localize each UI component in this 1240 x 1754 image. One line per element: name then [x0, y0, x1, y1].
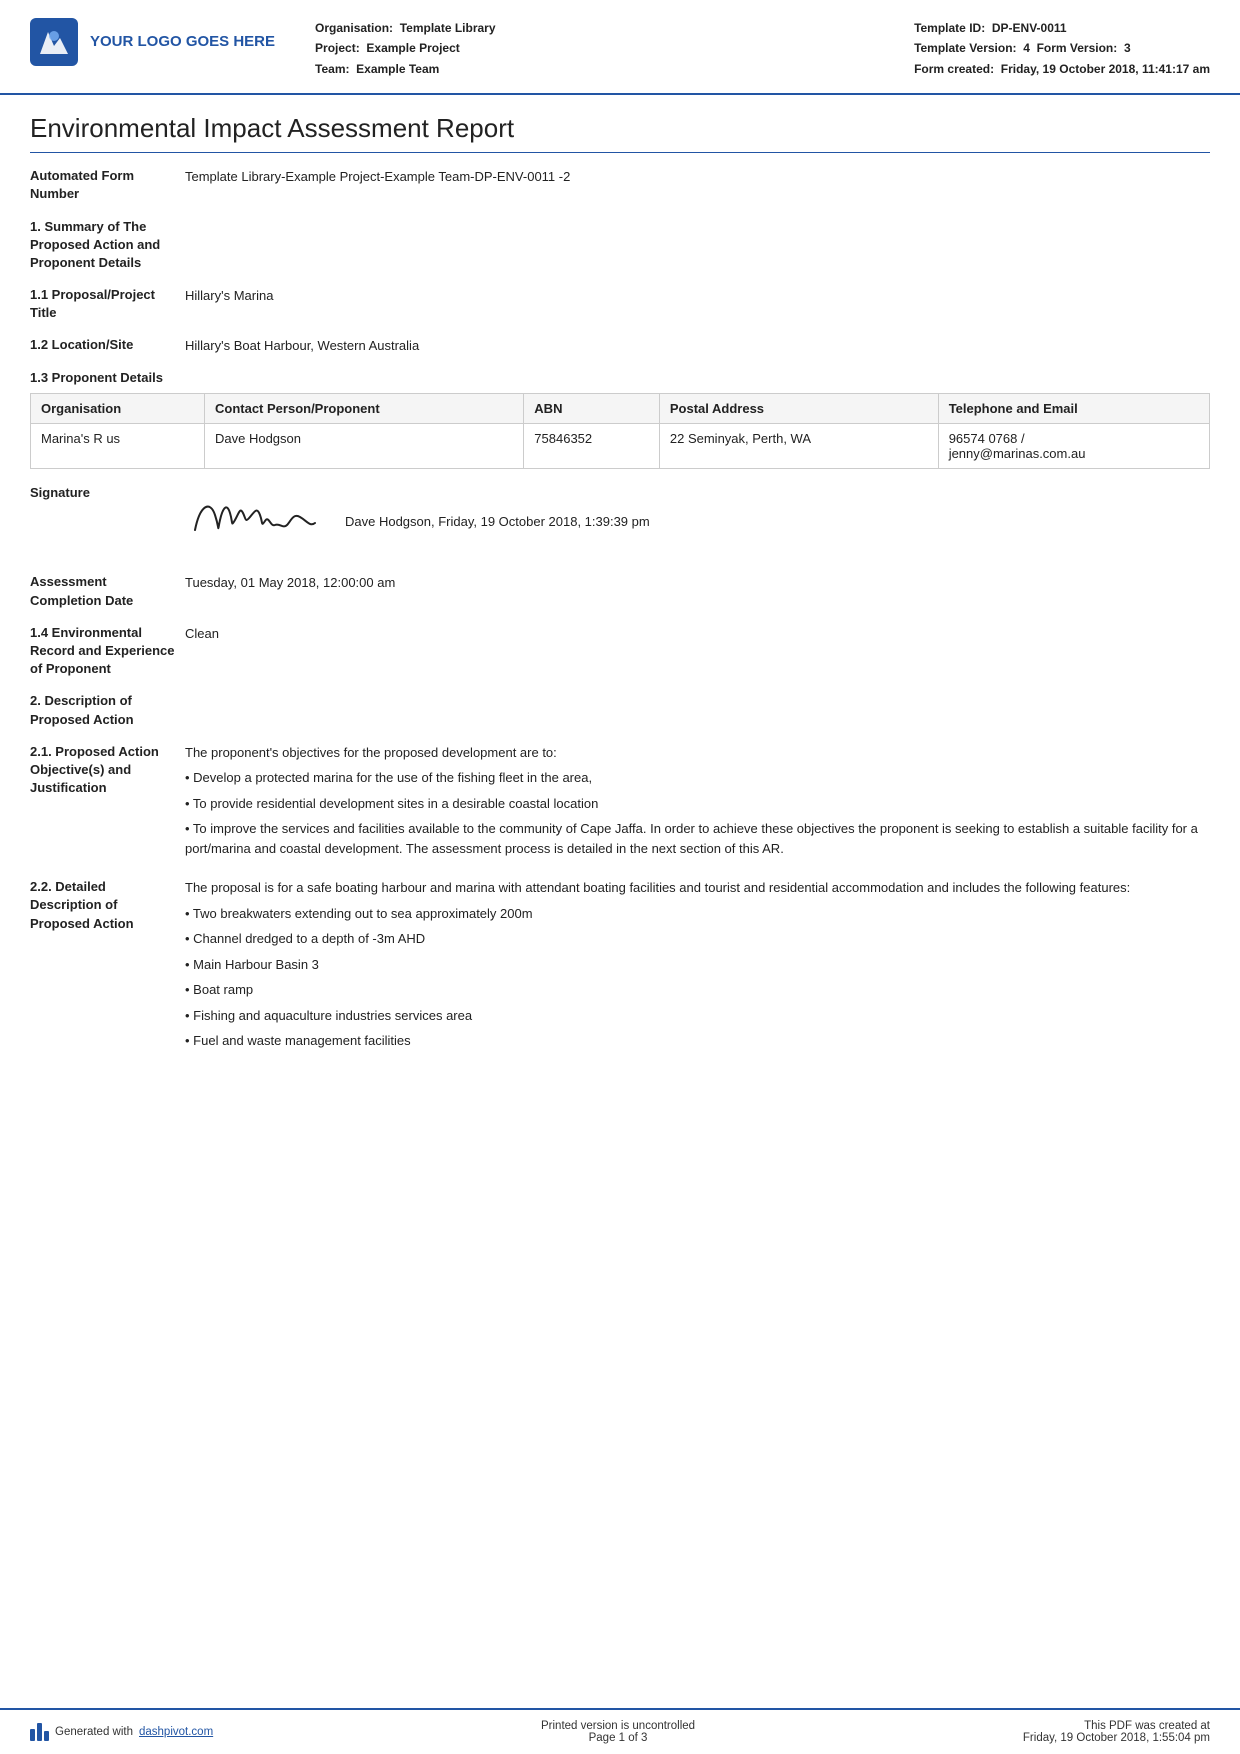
section1-2-row: 1.2 Location/Site Hillary's Boat Harbour… — [30, 336, 1210, 356]
col-telephone: Telephone and Email — [938, 393, 1209, 423]
section2-1-bullet-3: • To improve the services and facilities… — [185, 819, 1210, 858]
project-line: Project: Example Project — [315, 38, 914, 58]
assessment-date-label: Assessment Completion Date — [30, 573, 185, 609]
section2-row: 2. Description of Proposed Action — [30, 692, 1210, 728]
footer-left: Generated with dashpivot.com — [30, 1723, 213, 1741]
bar2 — [37, 1723, 42, 1741]
main-content: Environmental Impact Assessment Report A… — [0, 95, 1240, 1708]
section2-2-content: The proposal is for a safe boating harbo… — [185, 878, 1210, 1057]
footer-pdf-label: This PDF was created at — [1023, 1720, 1210, 1732]
section2-1-row: 2.1. Proposed Action Objective(s) and Ju… — [30, 743, 1210, 865]
cell-abn: 75846352 — [524, 423, 660, 468]
form-version-value: 3 — [1124, 41, 1131, 55]
table-header-row: Organisation Contact Person/Proponent AB… — [31, 393, 1210, 423]
footer-center: Printed version is uncontrolled Page 1 o… — [541, 1720, 695, 1744]
logo-text: YOUR LOGO GOES HERE — [90, 32, 275, 52]
section2-1-bullet-1: • Develop a protected marina for the use… — [185, 768, 1210, 788]
section1-1-row: 1.1 Proposal/Project Title Hillary's Mar… — [30, 286, 1210, 322]
section1-label: 1. Summary of The Proposed Action and Pr… — [30, 218, 185, 273]
footer-link[interactable]: dashpivot.com — [139, 1726, 213, 1738]
section1-4-row: 1.4 Environmental Record and Experience … — [30, 624, 1210, 679]
section1-1-value: Hillary's Marina — [185, 286, 1210, 306]
automated-form-label: Automated Form Number — [30, 167, 185, 203]
report-title: Environmental Impact Assessment Report — [30, 113, 1210, 153]
section1-4-label: 1.4 Environmental Record and Experience … — [30, 624, 185, 679]
cell-contact: Dave Hodgson — [205, 423, 524, 468]
template-version-value: 4 — [1023, 41, 1030, 55]
section1-row: 1. Summary of The Proposed Action and Pr… — [30, 218, 1210, 273]
org-label: Organisation: — [315, 21, 393, 35]
section2-2-row: 2.2. Detailed Description of Proposed Ac… — [30, 878, 1210, 1057]
team-label: Team: — [315, 62, 349, 76]
section2-2-bullet-5: • Fishing and aquaculture industries ser… — [185, 1006, 1210, 1026]
bar1 — [30, 1729, 35, 1741]
signature-label: Signature — [30, 485, 185, 500]
section2-2-bullet-4: • Boat ramp — [185, 980, 1210, 1000]
form-version-label: Form Version: — [1037, 41, 1118, 55]
col-organisation: Organisation — [31, 393, 205, 423]
section2-2-bullet-3: • Main Harbour Basin 3 — [185, 955, 1210, 975]
table-row: Marina's R us Dave Hodgson 75846352 22 S… — [31, 423, 1210, 468]
footer-page-number: Page 1 of 3 — [541, 1732, 695, 1744]
header-meta: Organisation: Template Library Project: … — [315, 18, 914, 79]
section1-4-value: Clean — [185, 624, 1210, 644]
form-created-line: Form created: Friday, 19 October 2018, 1… — [914, 59, 1210, 79]
section1-2-value: Hillary's Boat Harbour, Western Australi… — [185, 336, 1210, 356]
col-contact: Contact Person/Proponent — [205, 393, 524, 423]
logo-block: YOUR LOGO GOES HERE — [30, 18, 275, 66]
org-value: Template Library — [400, 21, 496, 35]
cell-telephone: 96574 0768 /jenny@marinas.com.au — [938, 423, 1209, 468]
logo-icon — [30, 18, 78, 66]
section1-1-label: 1.1 Proposal/Project Title — [30, 286, 185, 322]
section2-2-bullet-2: • Channel dredged to a depth of -3m AHD — [185, 929, 1210, 949]
template-id-label: Template ID: — [914, 21, 985, 35]
assessment-date-value: Tuesday, 01 May 2018, 12:00:00 am — [185, 573, 1210, 593]
proponent-table: Organisation Contact Person/Proponent AB… — [30, 393, 1210, 469]
page: YOUR LOGO GOES HERE Organisation: Templa… — [0, 0, 1240, 1754]
template-version-line: Template Version: 4 Form Version: 3 — [914, 38, 1210, 58]
template-version-label: Template Version: — [914, 41, 1016, 55]
cell-organisation: Marina's R us — [31, 423, 205, 468]
automated-form-row: Automated Form Number Template Library-E… — [30, 167, 1210, 203]
footer-page-info: Printed version is uncontrolled — [541, 1720, 695, 1732]
footer-logo-icon — [30, 1723, 49, 1741]
col-postal: Postal Address — [659, 393, 938, 423]
signature-row: Signature Dave Hodgson, Friday, 19 Octob… — [30, 485, 1210, 557]
section1-3-heading: 1.3 Proponent Details — [30, 370, 1210, 385]
form-created-label: Form created: — [914, 62, 994, 76]
signature-cursive — [185, 485, 325, 553]
section2-1-label: 2.1. Proposed Action Objective(s) and Ju… — [30, 743, 185, 798]
signature-block: Dave Hodgson, Friday, 19 October 2018, 1… — [185, 485, 1210, 557]
footer-right: This PDF was created at Friday, 19 Octob… — [1023, 1720, 1210, 1744]
team-value: Example Team — [356, 62, 439, 76]
project-value: Example Project — [366, 41, 459, 55]
section2-2-intro: The proposal is for a safe boating harbo… — [185, 878, 1210, 898]
footer: Generated with dashpivot.com Printed ver… — [0, 1708, 1240, 1754]
footer-pdf-value: Friday, 19 October 2018, 1:55:04 pm — [1023, 1732, 1210, 1744]
template-id-value: DP-ENV-0011 — [992, 21, 1067, 35]
section2-2-bullet-1: • Two breakwaters extending out to sea a… — [185, 904, 1210, 924]
section2-1-bullet-2: • To provide residential development sit… — [185, 794, 1210, 814]
project-label: Project: — [315, 41, 360, 55]
automated-form-value: Template Library-Example Project-Example… — [185, 167, 1210, 187]
col-abn: ABN — [524, 393, 660, 423]
section2-label: 2. Description of Proposed Action — [30, 692, 185, 728]
section1-2-label: 1.2 Location/Site — [30, 336, 185, 354]
section2-1-intro: The proponent's objectives for the propo… — [185, 743, 1210, 763]
signature-info: Dave Hodgson, Friday, 19 October 2018, 1… — [345, 514, 650, 529]
form-created-value: Friday, 19 October 2018, 11:41:17 am — [1001, 62, 1210, 76]
team-line: Team: Example Team — [315, 59, 914, 79]
org-line: Organisation: Template Library — [315, 18, 914, 38]
section2-2-label: 2.2. Detailed Description of Proposed Ac… — [30, 878, 185, 933]
section2-1-content: The proponent's objectives for the propo… — [185, 743, 1210, 865]
template-id-line: Template ID: DP-ENV-0011 — [914, 18, 1210, 38]
section2-2-bullet-6: • Fuel and waste management facilities — [185, 1031, 1210, 1051]
header: YOUR LOGO GOES HERE Organisation: Templa… — [0, 0, 1240, 95]
bar3 — [44, 1731, 49, 1741]
generated-text: Generated with — [55, 1726, 133, 1738]
cell-postal: 22 Seminyak, Perth, WA — [659, 423, 938, 468]
header-right: Template ID: DP-ENV-0011 Template Versio… — [914, 18, 1210, 79]
assessment-date-row: Assessment Completion Date Tuesday, 01 M… — [30, 573, 1210, 609]
